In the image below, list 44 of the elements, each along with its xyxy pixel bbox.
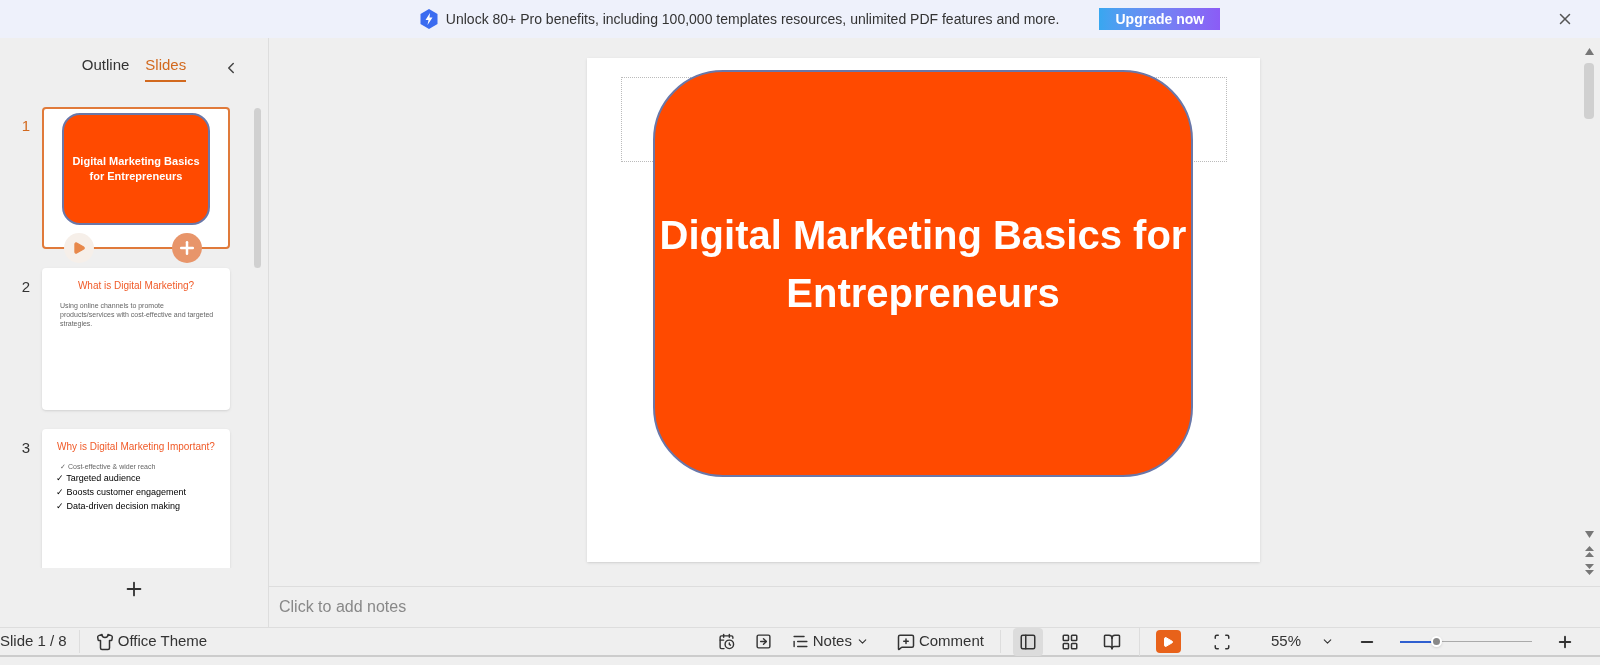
lightning-icon — [419, 9, 438, 29]
notes-button[interactable]: Notes — [791, 630, 869, 653]
upgrade-button[interactable]: Upgrade now — [1099, 8, 1221, 30]
theme-button[interactable]: Office Theme — [95, 630, 208, 653]
thumbnail-title: Digital Marketing Basics for Entrepreneurs — [72, 154, 200, 184]
thumbnail-bullet: ✓ Boosts customer engagement — [56, 486, 188, 499]
slide-number: 1 — [20, 116, 30, 136]
shirt-icon — [95, 632, 114, 651]
title-shape[interactable]: Digital Marketing Basics for Entrepreneurs — [653, 70, 1193, 477]
normal-view-icon — [1018, 632, 1037, 651]
scroll-up-icon[interactable] — [1584, 48, 1594, 55]
banner-text: Unlock 80+ Pro benefits, including 100,000 templates resources, unlimited PDF features and more. — [445, 9, 1060, 29]
slide-counter: Slide 1 / 8 — [0, 630, 80, 653]
previous-slide-icon[interactable] — [1584, 546, 1594, 558]
plus-icon — [177, 238, 197, 258]
slide-number: 3 — [20, 438, 30, 458]
thumbnail-title: Why is Digital Marketing Important? — [56, 440, 216, 454]
slide-canvas[interactable]: Digital Marketing Basics for Entrepreneurs — [587, 58, 1260, 562]
slideshow-button[interactable] — [1155, 630, 1181, 653]
play-icon — [72, 241, 86, 255]
next-slide-icon[interactable] — [1584, 564, 1594, 576]
comment-button[interactable]: Comment — [896, 630, 1001, 653]
thumbnail-bullet: ✓ Data-driven decision making — [56, 500, 182, 513]
slide-title[interactable]: Digital Marketing Basics for Entrepreneurs — [655, 205, 1191, 322]
thumbnail-title: What is Digital Marketing? — [76, 279, 196, 293]
scrollbar-thumb[interactable] — [1584, 63, 1594, 119]
zoom-slider[interactable] — [1400, 634, 1532, 649]
scroll-down-icon[interactable] — [1584, 531, 1594, 538]
clock-icon[interactable] — [717, 633, 735, 650]
slide-number: 2 — [20, 277, 30, 297]
play-button[interactable] — [64, 233, 94, 263]
panel-tab[interactable]: Outline — [81, 54, 130, 82]
book-icon — [1102, 632, 1121, 651]
view-button[interactable] — [1012, 627, 1043, 656]
play-icon — [1162, 635, 1175, 648]
scrollbar-thumb[interactable] — [254, 108, 261, 268]
grid-icon — [1060, 632, 1079, 651]
slide-thumbnail[interactable]: Digital Marketing Basics for Entrepreneurs — [42, 107, 230, 249]
comment-icon — [896, 632, 915, 651]
lines-icon — [791, 633, 809, 650]
export-icon[interactable] — [754, 633, 772, 650]
zoom-dropdown[interactable]: 55% — [1270, 630, 1334, 653]
fit-icon[interactable] — [1212, 632, 1231, 651]
thumbnail-bullet: ✓ Targeted audience — [56, 472, 142, 485]
